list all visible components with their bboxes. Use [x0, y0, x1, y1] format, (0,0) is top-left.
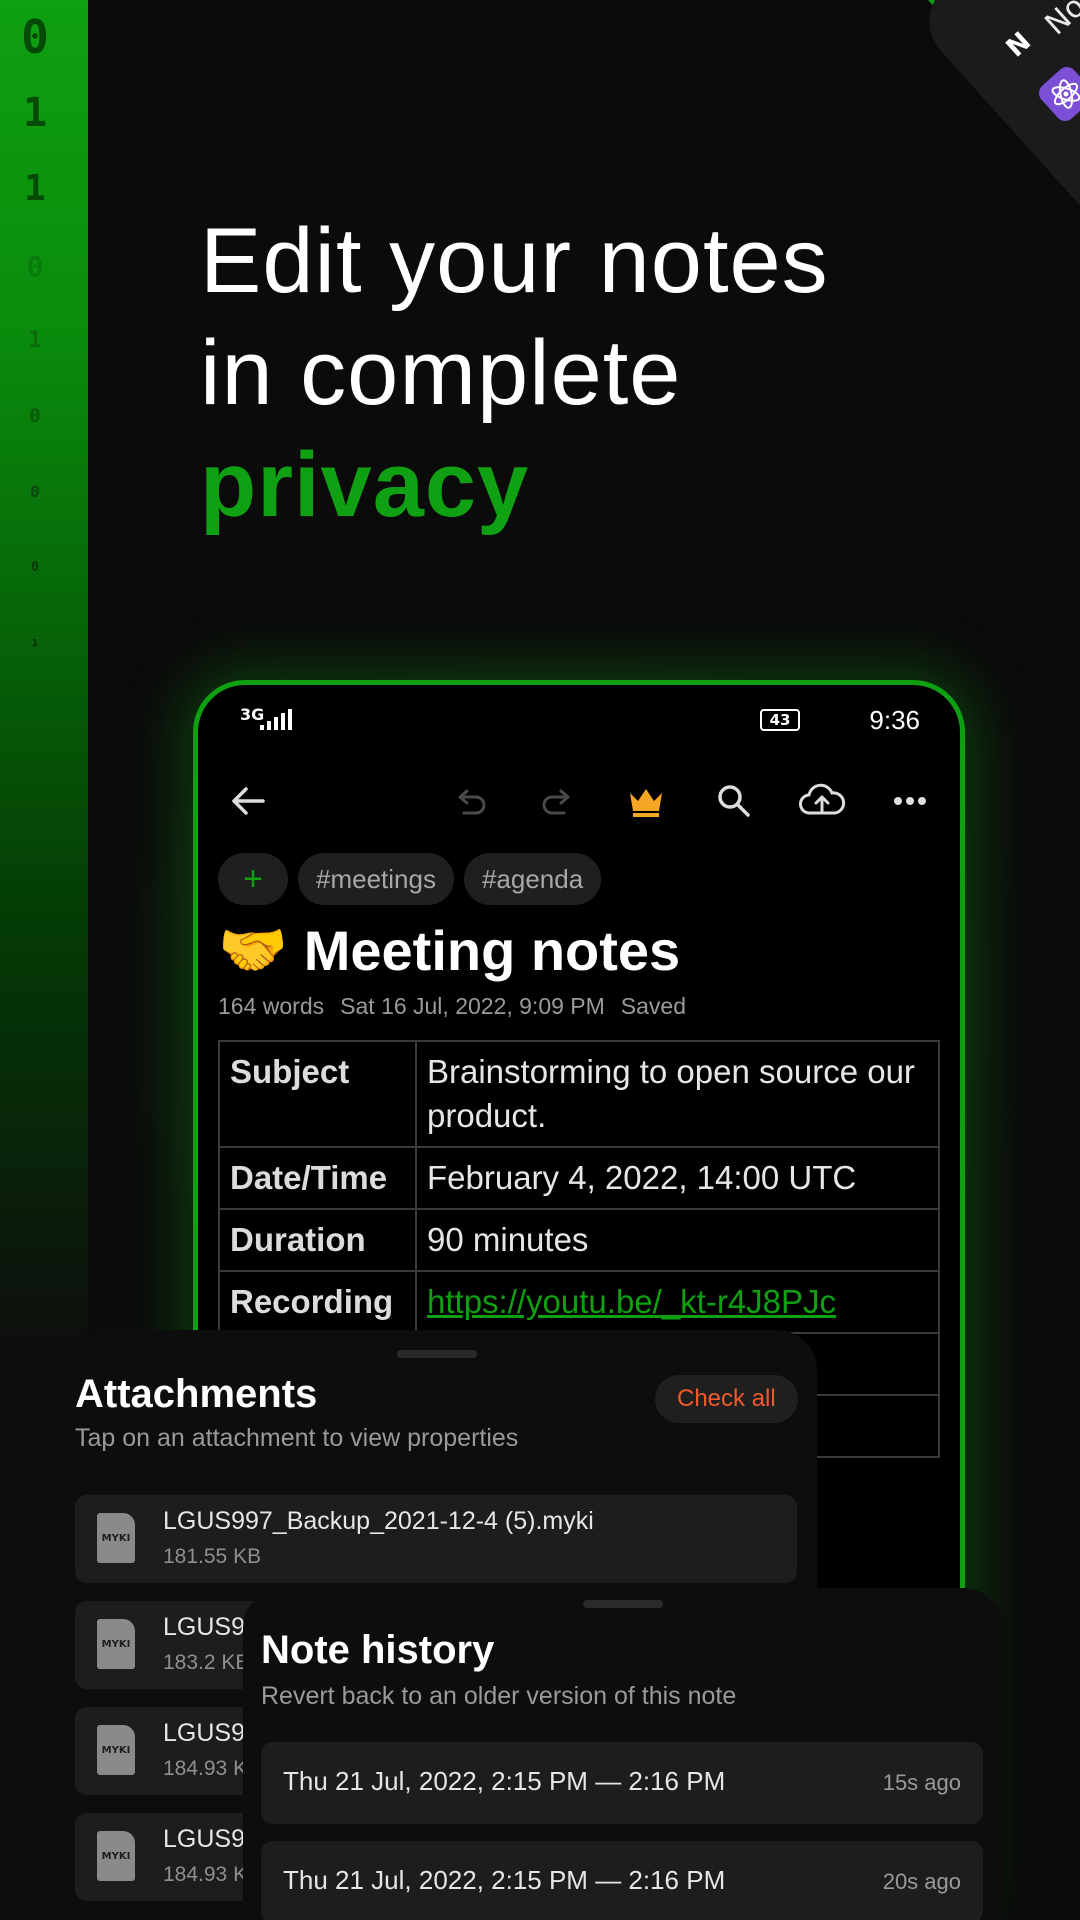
property-key: Subject	[218, 1040, 417, 1148]
save-status: Saved	[620, 993, 687, 1019]
property-value[interactable]: February 4, 2022, 14:00 UTC	[415, 1146, 940, 1210]
note-date: Sat 16 Jul, 2022, 9:09 PM	[340, 993, 605, 1019]
table-row: Recording https://youtu.be/_kt-r4J8PJc	[218, 1270, 940, 1334]
file-icon: MYKI	[97, 1831, 135, 1881]
word-count: 164 words	[218, 993, 325, 1019]
history-range: Thu 21 Jul, 2022, 2:15 PM — 2:16 PM	[283, 1865, 726, 1895]
history-item[interactable]: Thu 21 Jul, 2022, 2:15 PM — 2:16 PM 20s …	[261, 1841, 983, 1920]
headline-accent: privacy	[200, 434, 530, 536]
status-time: 9:36	[869, 705, 920, 735]
tag-list: + #meetings #agenda	[218, 853, 602, 905]
property-value[interactable]: 90 minutes	[415, 1208, 940, 1272]
attachments-title: Attachments	[75, 1372, 318, 1416]
redo-icon[interactable]	[528, 771, 588, 831]
history-ago: 20s ago	[882, 1869, 961, 1894]
file-icon: MYKI	[97, 1513, 135, 1563]
tag-chip[interactable]: #agenda	[463, 853, 602, 905]
add-tag-button[interactable]: +	[218, 853, 288, 905]
headline-line-1: Edit your notes	[200, 210, 829, 312]
cloud-upload-icon[interactable]	[792, 771, 852, 831]
recording-link[interactable]: https://youtu.be/_kt-r4J8PJc	[427, 1283, 836, 1320]
file-icon: MYKI	[97, 1619, 135, 1669]
note-meta: 164 words Sat 16 Jul, 2022, 9:09 PM Save…	[218, 993, 686, 1020]
note-history-sheet: Note history Revert back to an older ver…	[243, 1588, 1003, 1920]
binary-digit: 0	[29, 405, 41, 427]
attachment-size: 183.2 KB	[163, 1651, 250, 1674]
property-key: Date/Time	[218, 1146, 417, 1210]
search-icon[interactable]	[704, 771, 764, 831]
binary-digit: 1	[24, 168, 46, 209]
history-range: Thu 21 Jul, 2022, 2:15 PM — 2:16 PM	[283, 1766, 726, 1796]
status-bar: 3G 43 9:36	[240, 705, 920, 741]
attachment-item[interactable]: MYKI LGUS997_Backup_2021-12-4 (5).myki 1…	[75, 1495, 797, 1583]
file-icon: MYKI	[97, 1725, 135, 1775]
binary-digit: 0	[26, 250, 44, 283]
undo-icon[interactable]	[440, 771, 500, 831]
promo-screen: 0 1 1 0 1 0 0 0 1 No N Edit your notes i…	[0, 0, 1080, 1920]
table-row: Subject Brainstorming to open source our…	[218, 1040, 940, 1148]
sheet-drag-handle[interactable]	[583, 1600, 663, 1608]
back-arrow-icon[interactable]	[218, 771, 278, 831]
binary-digit: 0	[21, 10, 49, 64]
history-subtitle: Revert back to an older version of this …	[261, 1682, 737, 1710]
signal-icon	[260, 709, 292, 730]
attachment-size: 184.93 K	[163, 1863, 248, 1886]
headline: Edit your notes in complete privacy	[200, 205, 829, 541]
note-title[interactable]: 🤝 Meeting notes	[218, 917, 680, 983]
note-title-text: Meeting notes	[303, 918, 681, 982]
table-row: Date/Time February 4, 2022, 14:00 UTC	[218, 1146, 940, 1210]
check-all-button[interactable]: Check all	[655, 1375, 798, 1423]
more-icon[interactable]	[880, 771, 940, 831]
property-value: https://youtu.be/_kt-r4J8PJc	[415, 1270, 940, 1334]
binary-digit: 0	[31, 560, 39, 575]
headline-line-2: in complete	[200, 322, 682, 424]
corner-card	[911, 0, 1080, 256]
binary-digit: 1	[28, 328, 42, 353]
editor-toolbar	[218, 771, 938, 831]
handshake-emoji-icon: 🤝	[218, 918, 288, 981]
battery-icon: 43	[760, 709, 800, 731]
history-title: Note history	[261, 1628, 495, 1672]
history-ago: 15s ago	[882, 1770, 961, 1795]
table-row: Duration 90 minutes	[218, 1208, 940, 1272]
attachments-subtitle: Tap on an attachment to view properties	[75, 1424, 519, 1452]
attachment-name: LGUS997_Backup_2021-12-4 (5).myki	[163, 1507, 594, 1535]
sheet-drag-handle[interactable]	[397, 1350, 477, 1358]
property-key: Duration	[218, 1208, 417, 1272]
history-item[interactable]: Thu 21 Jul, 2022, 2:15 PM — 2:16 PM 15s …	[261, 1742, 983, 1824]
property-value[interactable]: Brainstorming to open source our product…	[415, 1040, 940, 1148]
property-key: Recording	[218, 1270, 417, 1334]
attachment-size: 184.93 K	[163, 1757, 248, 1780]
crown-icon[interactable]	[616, 771, 676, 831]
binary-digit: 1	[31, 638, 39, 649]
attachment-size: 181.55 KB	[163, 1545, 262, 1568]
binary-digit: 1	[22, 90, 48, 136]
binary-digit: 0	[30, 482, 40, 501]
tag-chip[interactable]: #meetings	[298, 853, 454, 905]
